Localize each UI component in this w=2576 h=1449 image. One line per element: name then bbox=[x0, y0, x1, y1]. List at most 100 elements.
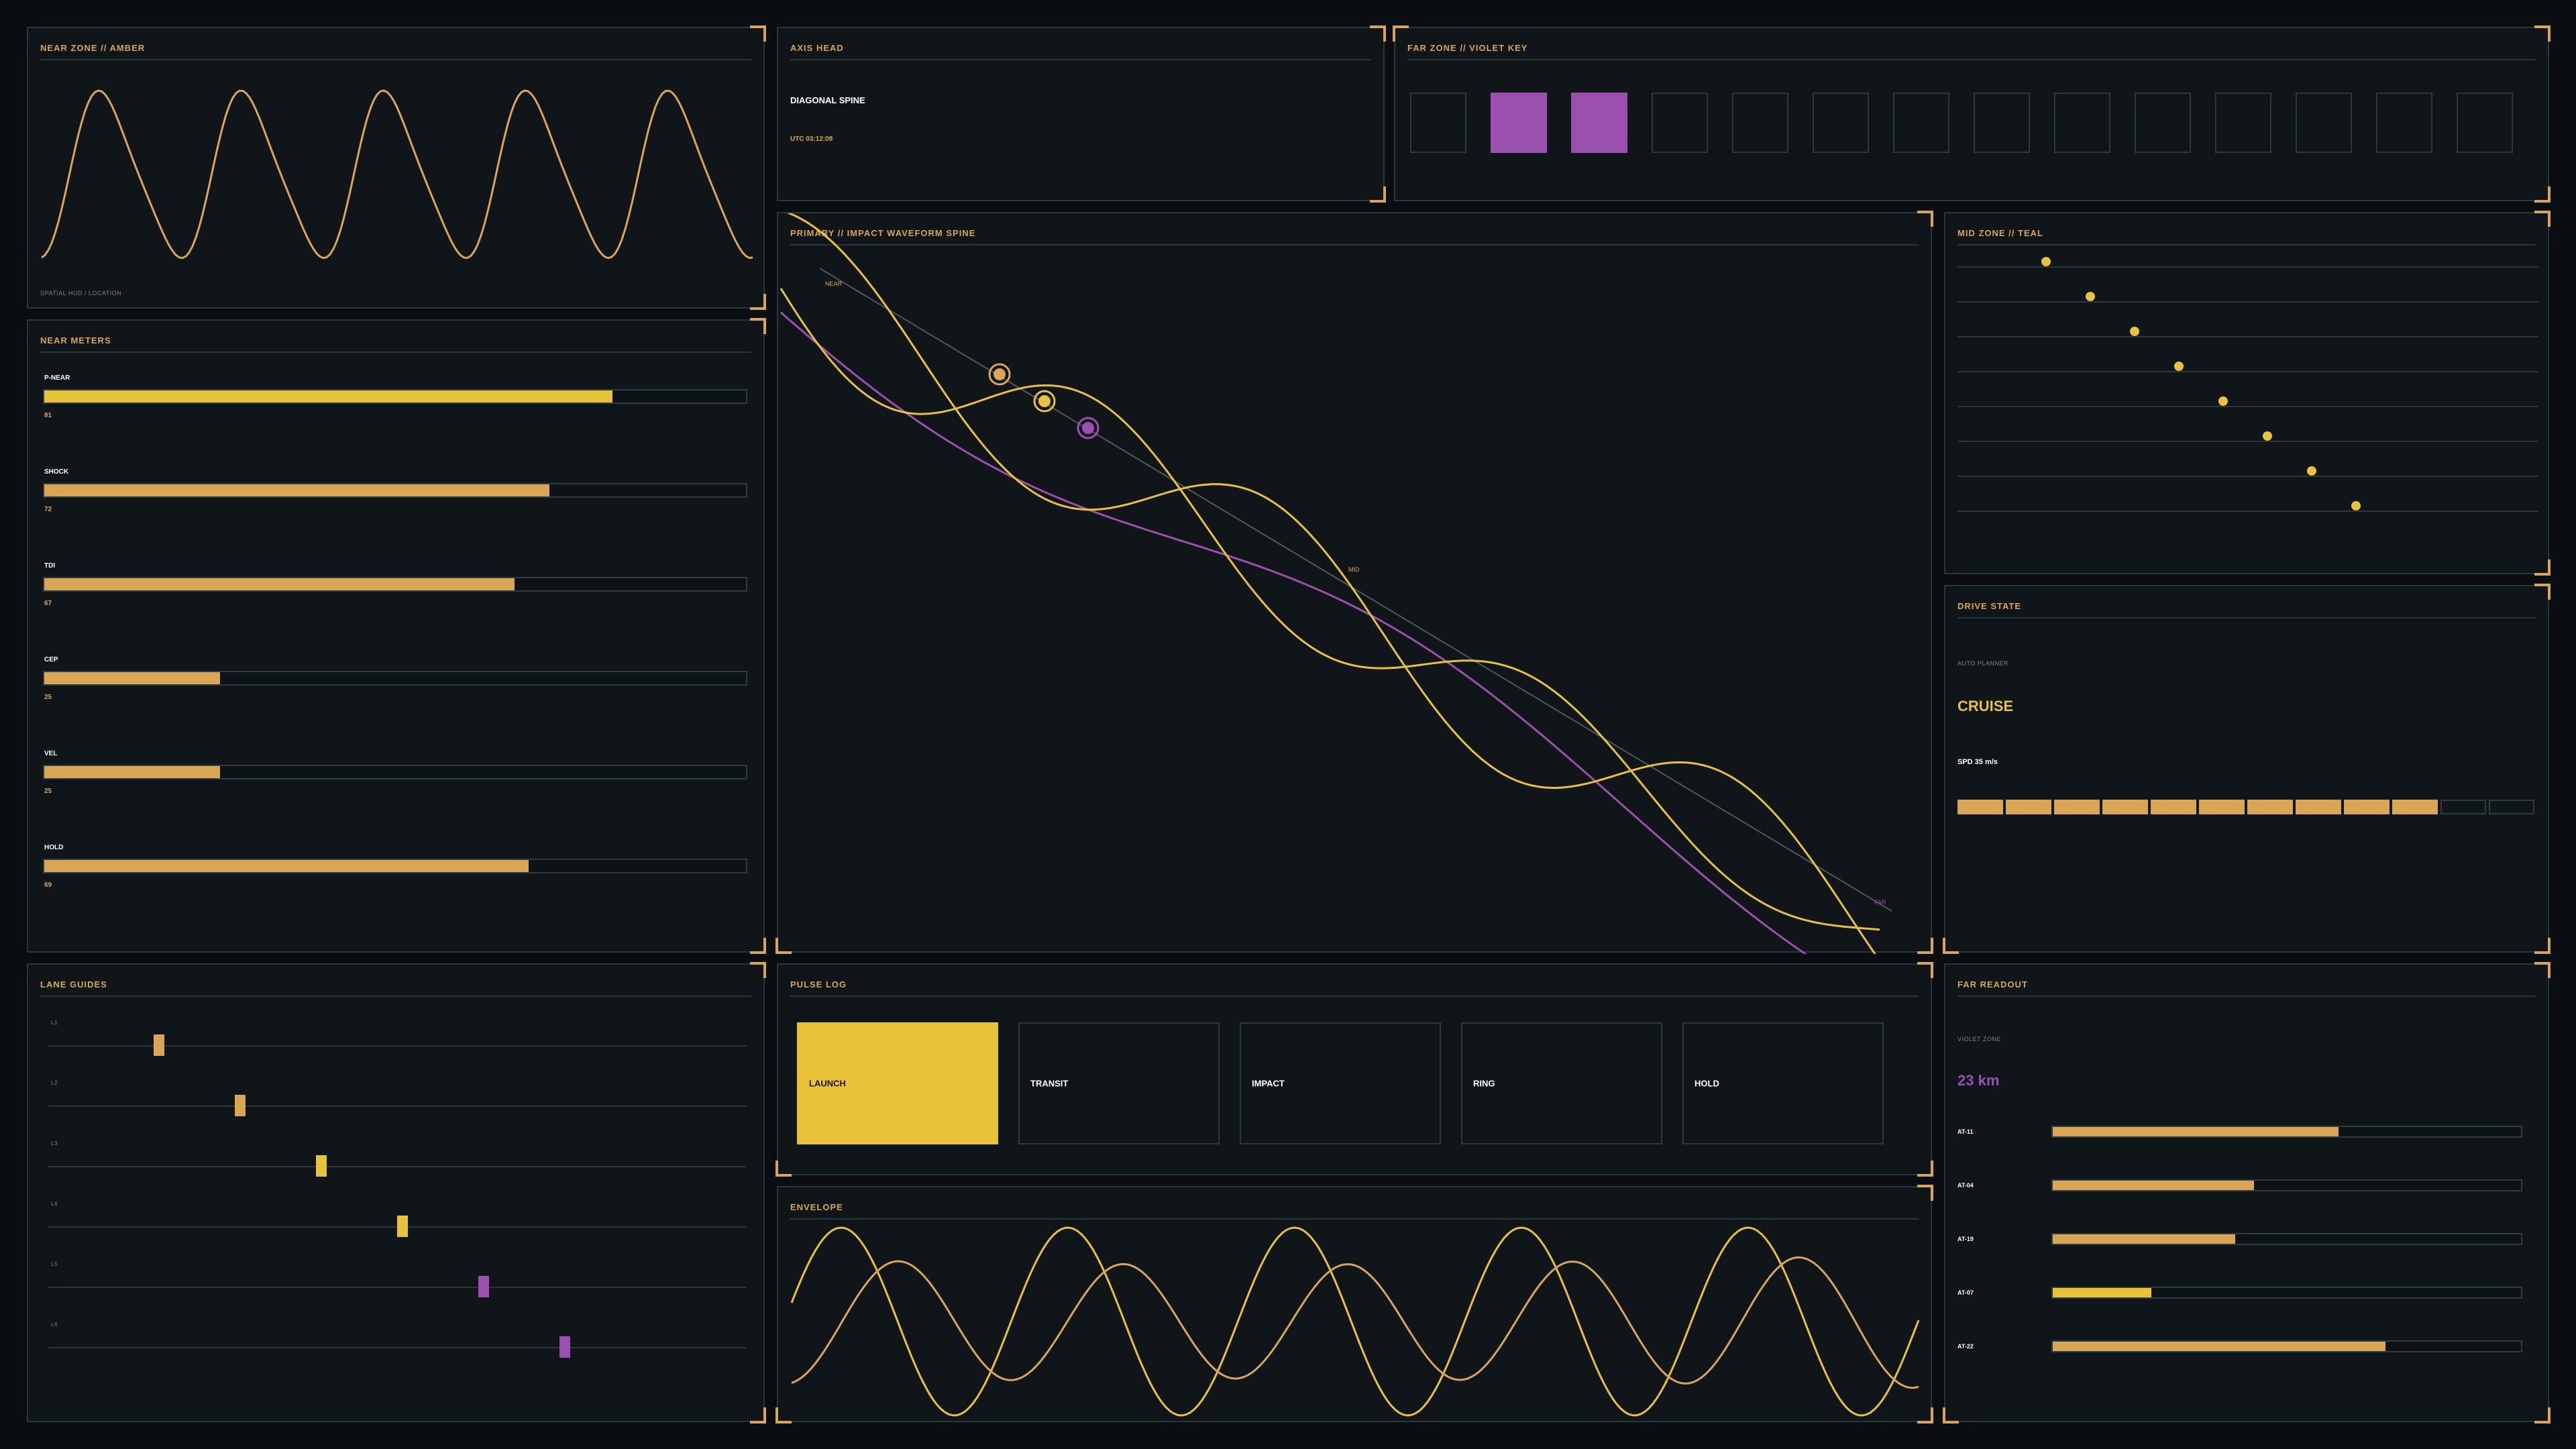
near-zone-panel: NEAR ZONE // AMBER SPATIAL HUD / LOCATIO… bbox=[27, 25, 766, 310]
corner-bracket bbox=[2534, 186, 2551, 203]
pulse-log-label: HOLD bbox=[1695, 1078, 1719, 1089]
corner-bracket bbox=[1393, 25, 1409, 42]
corner-bracket bbox=[2534, 938, 2551, 954]
corner-bracket bbox=[750, 1407, 766, 1424]
pulse-log-item[interactable]: RING bbox=[1461, 1022, 1662, 1144]
lane-line bbox=[48, 1106, 746, 1107]
yellow-waveform-a bbox=[780, 288, 1880, 931]
envelope-plot bbox=[790, 1226, 1920, 1417]
corner-bracket bbox=[1370, 186, 1386, 203]
mid-zone-dot bbox=[2307, 466, 2316, 476]
lane-guides-title: LANE GUIDES bbox=[40, 979, 751, 997]
meter-label: VEL bbox=[44, 750, 58, 757]
near-zone-wave bbox=[41, 89, 753, 260]
far-zone-cell bbox=[2054, 93, 2110, 153]
axis-head-name: DIAGONAL SPINE bbox=[790, 95, 865, 105]
readout-label: AT-11 bbox=[1957, 1128, 1974, 1135]
drive-state-sub: AUTO PLANNER bbox=[1957, 660, 2008, 667]
lane-label: L4 bbox=[51, 1201, 58, 1207]
envelope-wave-b bbox=[791, 1256, 1919, 1389]
corner-bracket bbox=[750, 962, 766, 978]
meter-value: 25 bbox=[44, 694, 52, 701]
meter-value: 25 bbox=[44, 788, 52, 795]
corner-bracket bbox=[750, 318, 766, 334]
readout-fill bbox=[2053, 1288, 2151, 1297]
mid-zone-dot bbox=[2174, 362, 2184, 371]
corner-bracket bbox=[1943, 938, 1959, 954]
mid-zone-dot bbox=[2218, 396, 2228, 406]
corner-bracket bbox=[2534, 1407, 2551, 1424]
drive-segment bbox=[2440, 800, 2486, 814]
meter-fill bbox=[44, 766, 220, 778]
lane-marker[interactable] bbox=[154, 1034, 164, 1056]
pulse-log-item[interactable]: TRANSIT bbox=[1018, 1022, 1220, 1144]
envelope-panel: ENVELOPE bbox=[775, 1185, 1933, 1424]
lane-label: L3 bbox=[51, 1140, 58, 1146]
lane-marker[interactable] bbox=[559, 1336, 570, 1358]
envelope-wave-a bbox=[790, 1226, 1920, 1417]
pulse-log-label: TRANSIT bbox=[1030, 1078, 1069, 1089]
readout-label: AT-19 bbox=[1957, 1236, 1974, 1242]
readout-label: AT-04 bbox=[1957, 1182, 1974, 1189]
drive-segment bbox=[2006, 800, 2051, 814]
corner-bracket bbox=[775, 1161, 792, 1177]
meter-track bbox=[43, 765, 747, 780]
drive-segment bbox=[2054, 800, 2100, 814]
readout-track bbox=[2051, 1287, 2522, 1299]
far-zone-cell-active bbox=[1571, 93, 1627, 153]
mid-zone-dot bbox=[2086, 292, 2095, 301]
near-marker-dot bbox=[994, 368, 1006, 380]
corner-bracket bbox=[2534, 25, 2551, 42]
pulse-log-label: LAUNCH bbox=[809, 1078, 846, 1089]
corner-bracket bbox=[2534, 584, 2551, 600]
drive-state-value: CRUISE bbox=[1957, 698, 2014, 714]
far-zone-cell bbox=[2135, 93, 2191, 153]
drive-segment bbox=[2247, 800, 2293, 814]
meter-fill bbox=[44, 484, 550, 496]
near-meters-title: NEAR METERS bbox=[40, 335, 751, 353]
lane-marker[interactable] bbox=[478, 1276, 489, 1297]
readout-fill bbox=[2053, 1342, 2385, 1351]
near-zone-title: NEAR ZONE // AMBER bbox=[40, 43, 751, 60]
mid-zone-dot bbox=[2351, 501, 2361, 511]
drive-state-title: DRIVE STATE bbox=[1957, 601, 2536, 619]
corner-bracket bbox=[1370, 25, 1386, 42]
diagonal-spine-line bbox=[819, 268, 1892, 912]
lane-marker[interactable] bbox=[235, 1095, 246, 1116]
violet-waveform bbox=[780, 311, 1807, 954]
corner-bracket bbox=[750, 25, 766, 42]
corner-bracket bbox=[1917, 1161, 1933, 1177]
meter-track bbox=[43, 389, 747, 404]
lane-label: L5 bbox=[51, 1261, 58, 1267]
pulse-log-item[interactable]: LAUNCH bbox=[797, 1022, 998, 1144]
near-meters-panel: NEAR METERS P-NEAR 81 SHOCK 72 TDI 67 CEP 25 VEL… bbox=[27, 318, 766, 954]
far-readout-title: FAR READOUT bbox=[1957, 979, 2536, 997]
pulse-log-item[interactable]: IMPACT bbox=[1240, 1022, 1441, 1144]
meter-label: HOLD bbox=[44, 844, 64, 851]
drive-state-panel: DRIVE STATE AUTO PLANNER CRUISE SPD 35 m… bbox=[1943, 584, 2551, 954]
far-zone-panel: FAR ZONE // VIOLET KEY bbox=[1393, 25, 2551, 203]
meter-value: 69 bbox=[44, 881, 52, 889]
mid-zone-dot bbox=[2263, 431, 2272, 441]
mid-zone-panel: MID ZONE // TEAL bbox=[1944, 211, 2551, 576]
lane-marker[interactable] bbox=[397, 1216, 408, 1237]
primary-waveform-plot: NEAR MID FAR bbox=[780, 213, 1892, 954]
mid-zone-dot bbox=[2130, 327, 2139, 336]
lane-marker[interactable] bbox=[316, 1155, 327, 1177]
axis-head-utc: UTC 03:12:08 bbox=[790, 136, 833, 143]
far-marker-dot bbox=[1082, 422, 1094, 434]
far-zone-cell bbox=[1410, 93, 1466, 153]
lane-guides-panel: LANE GUIDES L1 L2 L3 L4 L5 L6 bbox=[27, 962, 766, 1424]
pulse-log-title: PULSE LOG bbox=[790, 979, 1919, 997]
far-zone-cell bbox=[2215, 93, 2271, 153]
drive-segment bbox=[1957, 800, 2003, 814]
far-zone-cell bbox=[1732, 93, 1788, 153]
readout-label: AT-22 bbox=[1957, 1343, 1974, 1350]
lane-line bbox=[48, 1287, 746, 1288]
pulse-log-item[interactable]: HOLD bbox=[1682, 1022, 1884, 1144]
meter-label: P-NEAR bbox=[44, 374, 70, 382]
axis-head-title: AXIS HEAD bbox=[790, 43, 1371, 60]
lane-line bbox=[48, 1347, 746, 1348]
readout-label: AT-07 bbox=[1957, 1289, 1974, 1296]
lane-line bbox=[48, 1166, 746, 1167]
